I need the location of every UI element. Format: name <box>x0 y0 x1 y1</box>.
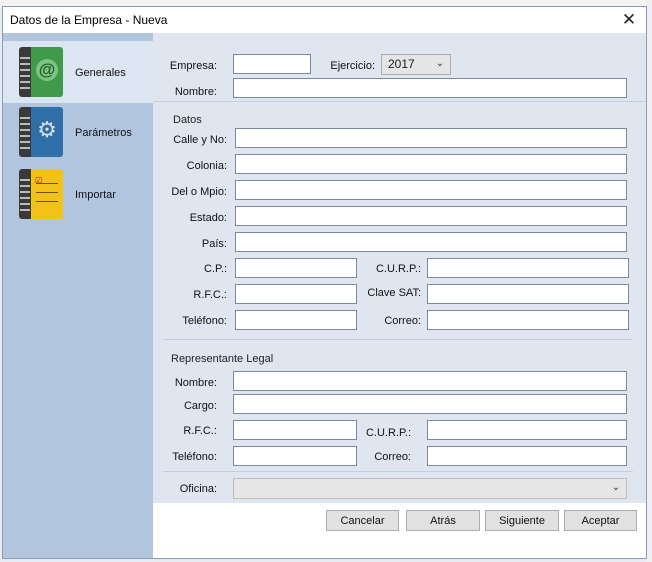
ejercicio-value: 2017 <box>388 57 415 71</box>
del-mpio-input[interactable] <box>235 180 627 200</box>
main-panel: Empresa: Ejercicio: 2017 ⌄ Nombre: Datos… <box>153 33 646 558</box>
sidebar-item-label: Parámetros <box>75 127 132 139</box>
rep-nombre-label: Nombre: <box>174 377 217 389</box>
clave-sat-label: Clave SAT: <box>367 287 421 299</box>
rep-correo-input[interactable] <box>427 446 627 466</box>
divider <box>153 101 646 102</box>
contact-book-icon: @ <box>19 47 63 97</box>
clave-sat-input[interactable] <box>427 284 629 304</box>
estado-input[interactable] <box>235 206 627 226</box>
calle-label: Calle y No: <box>173 134 227 146</box>
datos-group-title: Datos <box>173 114 202 126</box>
ejercicio-label: Ejercicio: <box>330 60 375 72</box>
nombre-input[interactable] <box>233 78 627 98</box>
rep-curp-input[interactable] <box>427 420 627 440</box>
rfc-label: R.F.C.: <box>193 289 227 301</box>
colonia-label: Colonia: <box>186 160 227 172</box>
rep-cargo-label: Cargo: <box>183 400 217 412</box>
rfc-input[interactable] <box>235 284 357 304</box>
oficina-select[interactable]: ⌄ <box>233 478 627 499</box>
empresa-label: Empresa: <box>169 60 217 72</box>
cp-input[interactable] <box>235 258 357 278</box>
telefono-input[interactable] <box>235 310 357 330</box>
telefono-label: Teléfono: <box>182 315 227 327</box>
divider <box>163 471 633 472</box>
rep-correo-label: Correo: <box>374 451 411 463</box>
rep-cargo-input[interactable] <box>233 394 627 414</box>
accept-button[interactable]: Aceptar <box>564 510 637 531</box>
sidebar-item-parametros[interactable]: ⚙ Parámetros <box>3 101 153 163</box>
sidebar-item-label: Generales <box>75 67 126 79</box>
rep-rfc-input[interactable] <box>233 420 357 440</box>
calle-input[interactable] <box>235 128 627 148</box>
title-bar: Datos de la Empresa - Nueva ✕ <box>3 7 646 33</box>
close-button[interactable]: ✕ <box>618 9 640 31</box>
sidebar: @ Generales ⚙ Parámetros ☑ Importar <box>3 33 153 558</box>
pais-label: País: <box>201 238 227 250</box>
pais-input[interactable] <box>235 232 627 252</box>
rep-rfc-label: R.F.C.: <box>183 425 217 437</box>
colonia-input[interactable] <box>235 154 627 174</box>
cancel-button[interactable]: Cancelar <box>326 510 399 531</box>
rep-curp-label: C.U.R.P.: <box>365 427 411 439</box>
chevron-down-icon: ⌄ <box>435 58 444 69</box>
window-title: Datos de la Empresa - Nueva <box>10 13 168 27</box>
empresa-input[interactable] <box>233 54 311 74</box>
oficina-label: Oficina: <box>179 483 217 495</box>
estado-label: Estado: <box>189 212 227 224</box>
nombre-label: Nombre: <box>174 86 217 98</box>
sidebar-item-generales[interactable]: @ Generales <box>3 41 153 103</box>
sidebar-item-importar[interactable]: ☑ Importar <box>3 163 153 225</box>
correo-input[interactable] <box>427 310 629 330</box>
sidebar-item-label: Importar <box>75 189 116 201</box>
back-button[interactable]: Atrás <box>406 510 480 531</box>
gear-book-icon: ⚙ <box>19 107 63 157</box>
representante-group-title: Representante Legal <box>171 353 274 365</box>
close-icon: ✕ <box>621 10 637 29</box>
ejercicio-select[interactable]: 2017 ⌄ <box>381 54 451 75</box>
curp-input[interactable] <box>427 258 629 278</box>
cp-label: C.P.: <box>203 263 227 275</box>
chevron-down-icon: ⌄ <box>611 482 620 493</box>
rep-telefono-label: Teléfono: <box>172 451 217 463</box>
checklist-book-icon: ☑ <box>19 169 63 219</box>
next-button[interactable]: Siguiente <box>485 510 559 531</box>
del-mpio-label: Del o Mpio: <box>171 186 227 198</box>
curp-label: C.U.R.P.: <box>375 263 421 275</box>
divider <box>163 339 633 340</box>
rep-telefono-input[interactable] <box>233 446 357 466</box>
correo-label: Correo: <box>384 315 421 327</box>
rep-nombre-input[interactable] <box>233 371 627 391</box>
dialog-window: Datos de la Empresa - Nueva ✕ @ Generale… <box>2 6 647 559</box>
